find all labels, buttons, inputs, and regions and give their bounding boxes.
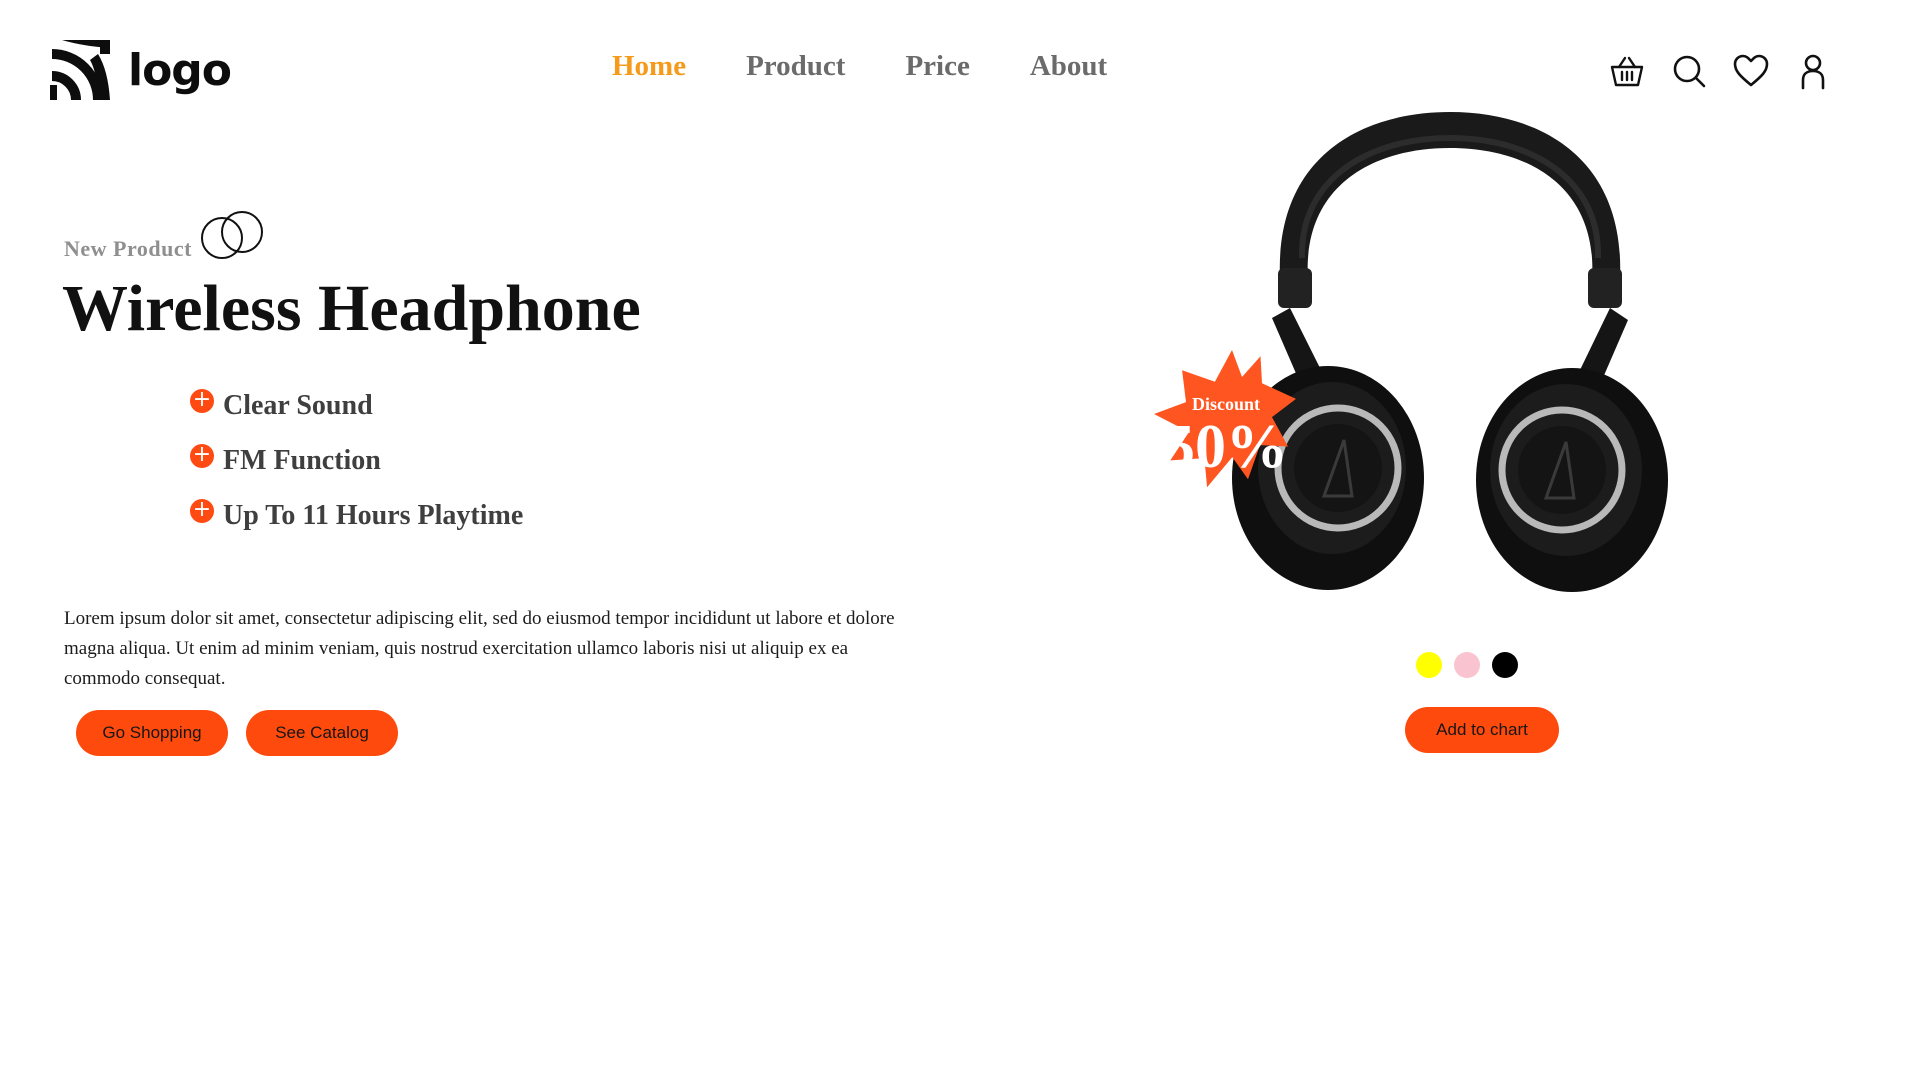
logo-text: logo: [128, 45, 232, 96]
logo-mark-icon: [50, 40, 110, 101]
main-nav: Home Product Price About: [612, 52, 1107, 81]
feature-item: + FM Function: [190, 433, 523, 488]
plus-icon: +: [190, 443, 214, 468]
feature-label: FM Function: [223, 444, 381, 476]
plus-icon: +: [190, 388, 214, 413]
heart-icon[interactable]: [1732, 52, 1770, 90]
product-description: Lorem ipsum dolor sit amet, consectetur …: [64, 608, 895, 689]
header-icons: [1608, 52, 1856, 90]
feature-item: + Clear Sound: [190, 378, 523, 433]
see-catalog-button[interactable]: See Catalog: [246, 710, 398, 756]
page-title: Wireless Headphone: [62, 272, 641, 345]
eyebrow-label: New Product: [64, 236, 192, 261]
feature-list: + Clear Sound + FM Function + Up To 11 H…: [190, 378, 523, 543]
plus-icon: +: [190, 498, 214, 523]
rings-icon: [201, 211, 263, 259]
discount-value: 50%: [1164, 413, 1288, 481]
basket-icon[interactable]: [1608, 52, 1646, 90]
feature-label: Clear Sound: [223, 389, 373, 421]
nav-home[interactable]: Home: [612, 52, 686, 81]
nav-price[interactable]: Price: [905, 52, 969, 81]
swatch-black[interactable]: [1492, 652, 1518, 678]
feature-item: + Up To 11 Hours Playtime: [190, 488, 523, 543]
user-icon[interactable]: [1794, 52, 1832, 90]
logo[interactable]: logo: [50, 40, 232, 102]
discount-label: Discount: [1191, 394, 1260, 414]
nav-product[interactable]: Product: [746, 52, 845, 81]
color-swatches: [1416, 652, 1518, 678]
nav-about[interactable]: About: [1030, 52, 1107, 81]
search-icon[interactable]: [1670, 52, 1708, 90]
swatch-yellow[interactable]: [1416, 652, 1442, 678]
swatch-pink[interactable]: [1454, 652, 1480, 678]
go-shopping-button[interactable]: Go Shopping: [76, 710, 228, 756]
feature-label: Up To 11 Hours Playtime: [223, 499, 524, 531]
add-to-cart-button[interactable]: Add to chart: [1405, 707, 1559, 753]
